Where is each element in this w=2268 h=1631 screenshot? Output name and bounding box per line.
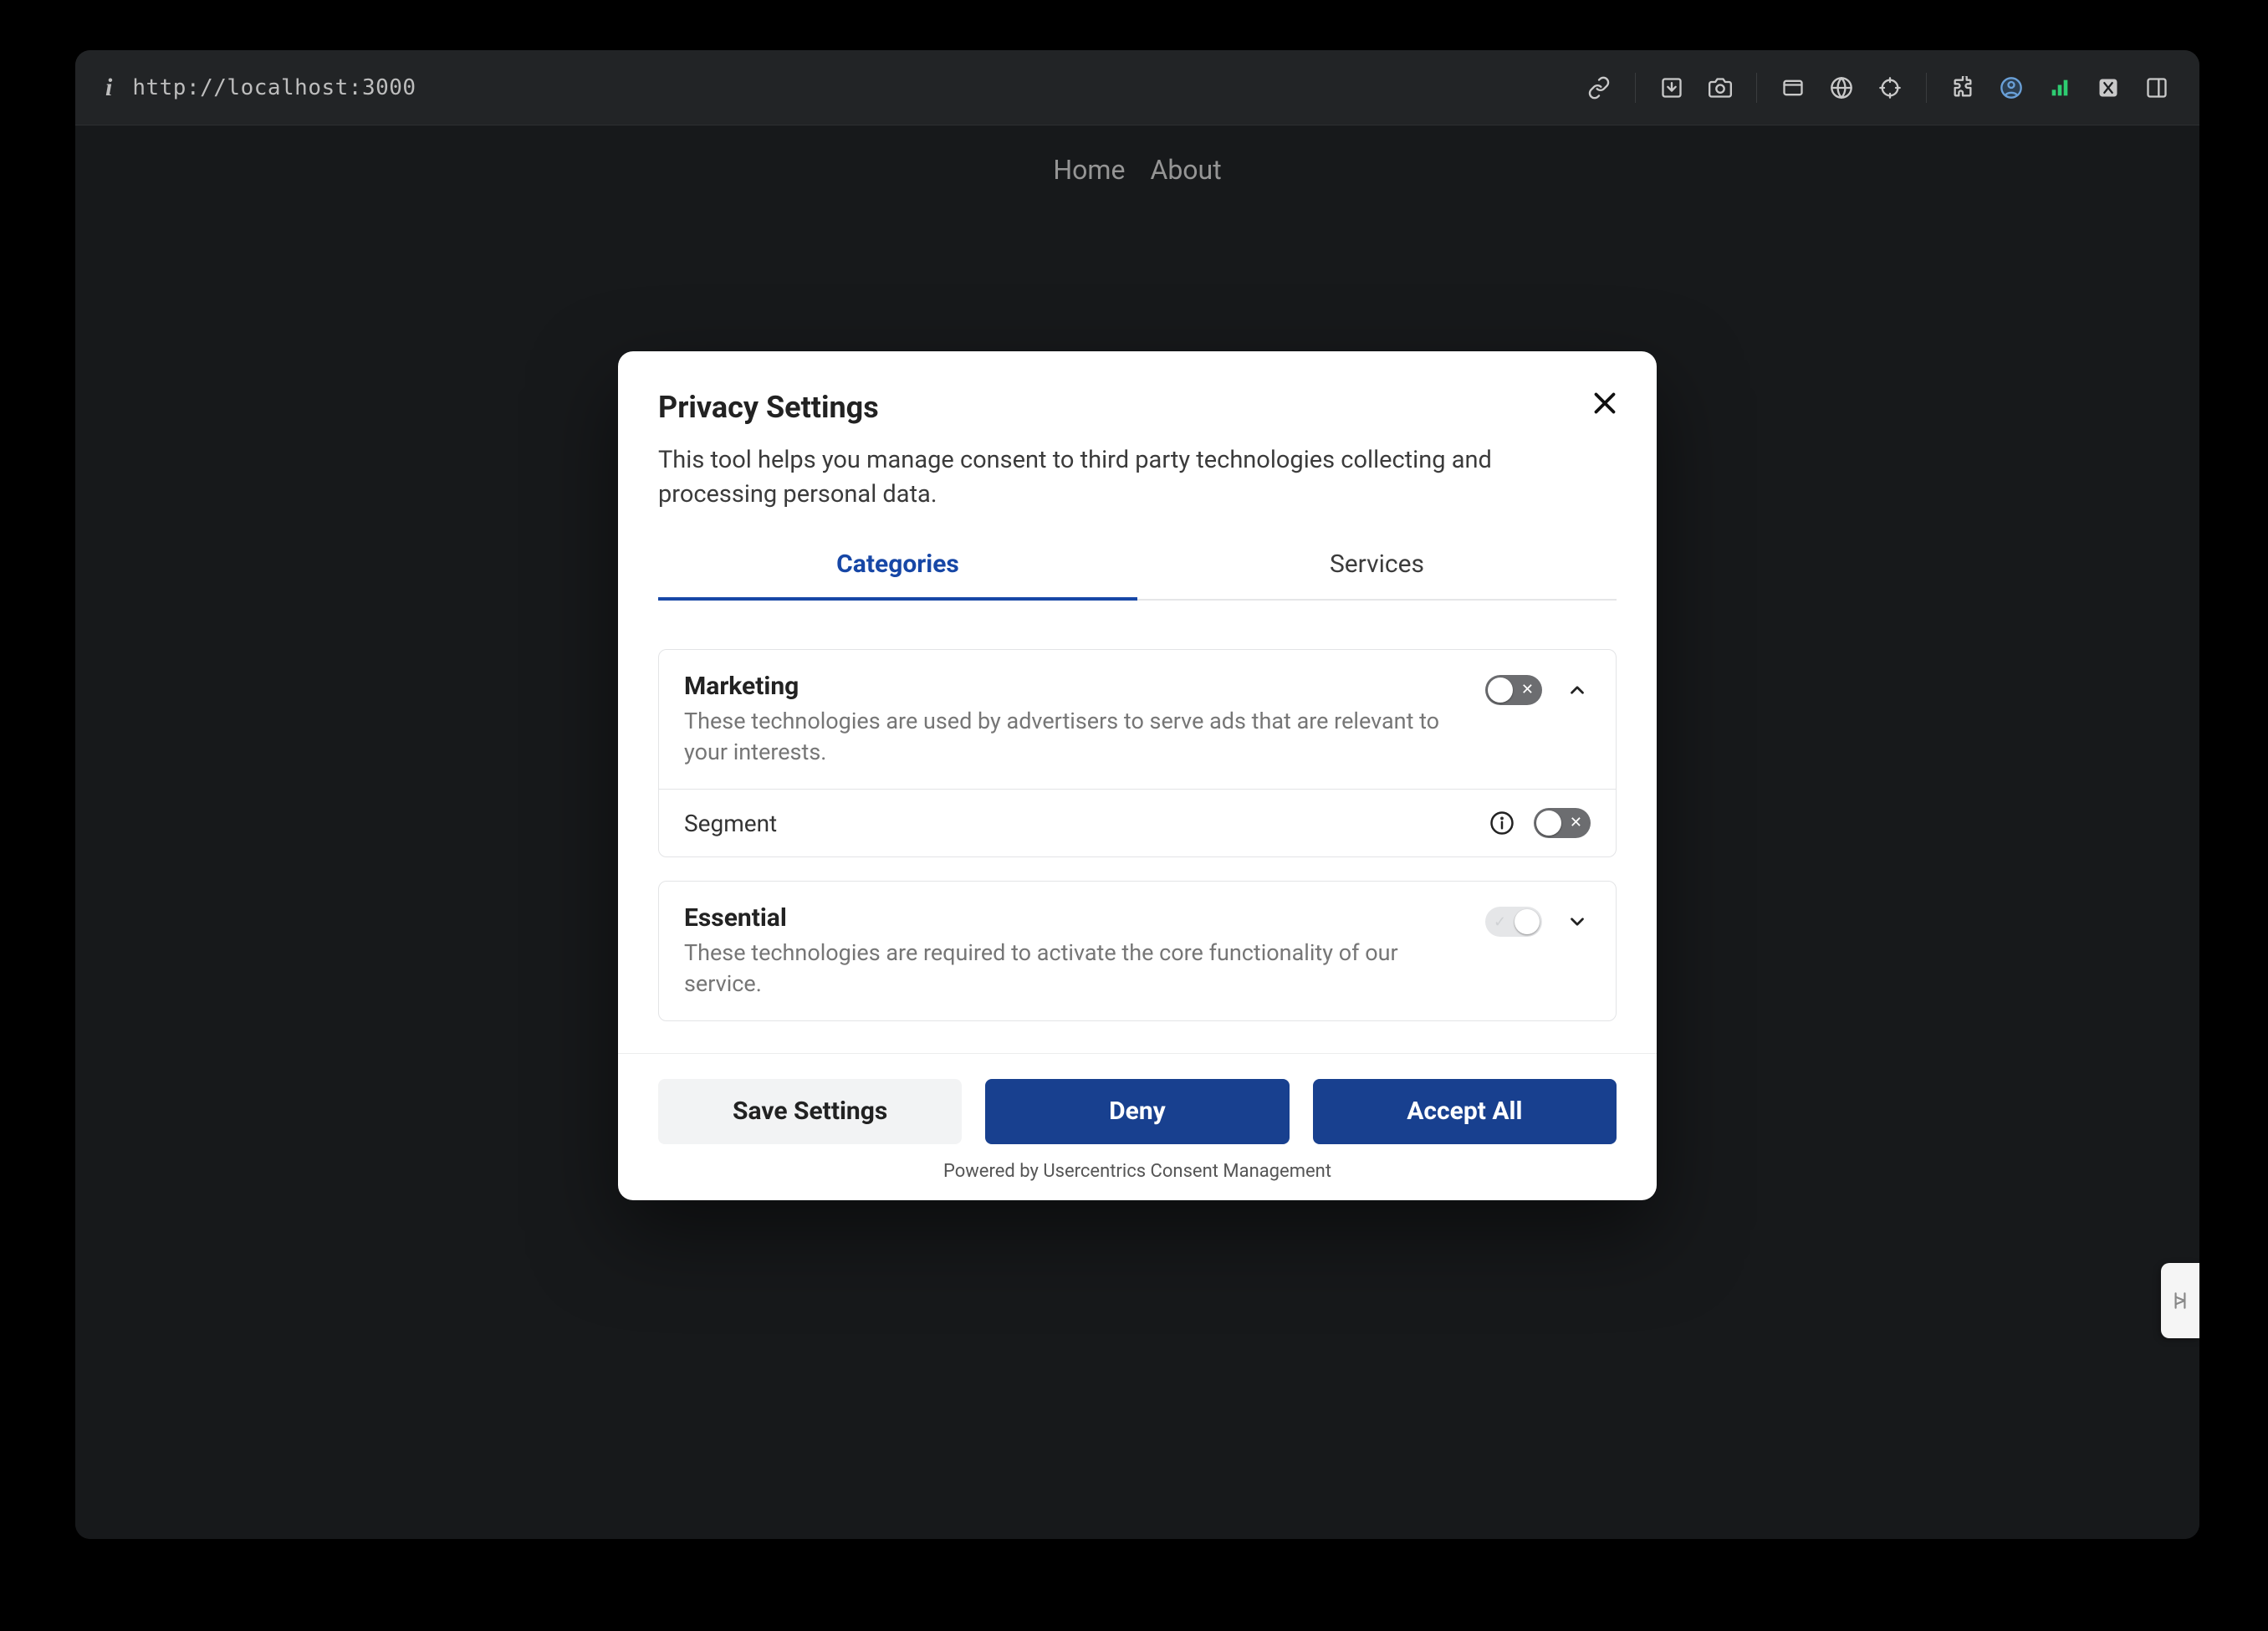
category-description: These technologies are used by advertise…: [684, 706, 1469, 767]
modal-footer: Save Settings Deny Accept All Powered by…: [618, 1053, 1657, 1200]
privacy-modal: Privacy Settings This tool helps you man…: [618, 351, 1657, 1200]
browser-urlbar: i http://localhost:3000: [75, 50, 2199, 125]
signal-icon[interactable]: [2047, 75, 2072, 100]
url-text[interactable]: http://localhost:3000: [132, 75, 416, 100]
category-title: Essential: [684, 903, 1469, 933]
chevron-down-icon[interactable]: [1564, 908, 1591, 935]
category-marketing: Marketing These technologies are used by…: [658, 649, 1617, 857]
profile-icon[interactable]: [1999, 75, 2024, 100]
powered-prefix: Powered by: [943, 1161, 1043, 1182]
separator: [1926, 73, 1927, 103]
toolbar-icons: [1586, 73, 2169, 103]
modal-overlay: Privacy Settings This tool helps you man…: [75, 125, 2199, 1539]
camera-icon[interactable]: [1708, 75, 1733, 100]
extension-icon[interactable]: [1950, 75, 1975, 100]
browser-window: i http://localhost:3000: [75, 50, 2199, 1539]
service-segment: Segment ✕: [659, 789, 1616, 856]
download-icon[interactable]: [1659, 75, 1684, 100]
modal-title: Privacy Settings: [658, 390, 1617, 425]
separator: [1756, 73, 1757, 103]
folder-icon[interactable]: [1780, 75, 1806, 100]
powered-link[interactable]: Usercentrics Consent Management: [1043, 1161, 1331, 1182]
separator: [1635, 73, 1636, 103]
deny-button[interactable]: Deny: [985, 1079, 1289, 1144]
tab-categories[interactable]: Categories: [658, 531, 1137, 601]
category-description: These technologies are required to activ…: [684, 938, 1469, 999]
toggle-essential: ✓: [1485, 907, 1542, 937]
modal-description: This tool helps you manage consent to th…: [658, 443, 1617, 511]
powered-by: Powered by Usercentrics Consent Manageme…: [658, 1161, 1617, 1182]
info-icon[interactable]: [1489, 810, 1515, 836]
category-essential: Essential These technologies are require…: [658, 881, 1617, 1021]
crosshair-icon[interactable]: [1877, 75, 1903, 100]
close-button[interactable]: [1586, 385, 1623, 422]
site-info-icon[interactable]: i: [105, 74, 112, 102]
side-tab[interactable]: [2161, 1263, 2199, 1338]
link-icon[interactable]: [1586, 75, 1612, 100]
globe-icon[interactable]: [1829, 75, 1854, 100]
sidebar-icon[interactable]: [2144, 75, 2169, 100]
save-settings-button[interactable]: Save Settings: [658, 1079, 962, 1144]
tab-services[interactable]: Services: [1137, 531, 1617, 599]
chevron-up-icon[interactable]: [1564, 677, 1591, 703]
categories-list: Marketing These technologies are used by…: [618, 624, 1657, 1053]
toggle-segment[interactable]: ✕: [1534, 808, 1591, 838]
modal-tabs: Categories Services: [658, 531, 1617, 601]
service-name: Segment: [684, 810, 1470, 837]
panel-icon[interactable]: [2096, 75, 2121, 100]
toggle-marketing[interactable]: ✕: [1485, 675, 1542, 705]
accept-all-button[interactable]: Accept All: [1313, 1079, 1617, 1144]
category-title: Marketing: [684, 672, 1469, 701]
